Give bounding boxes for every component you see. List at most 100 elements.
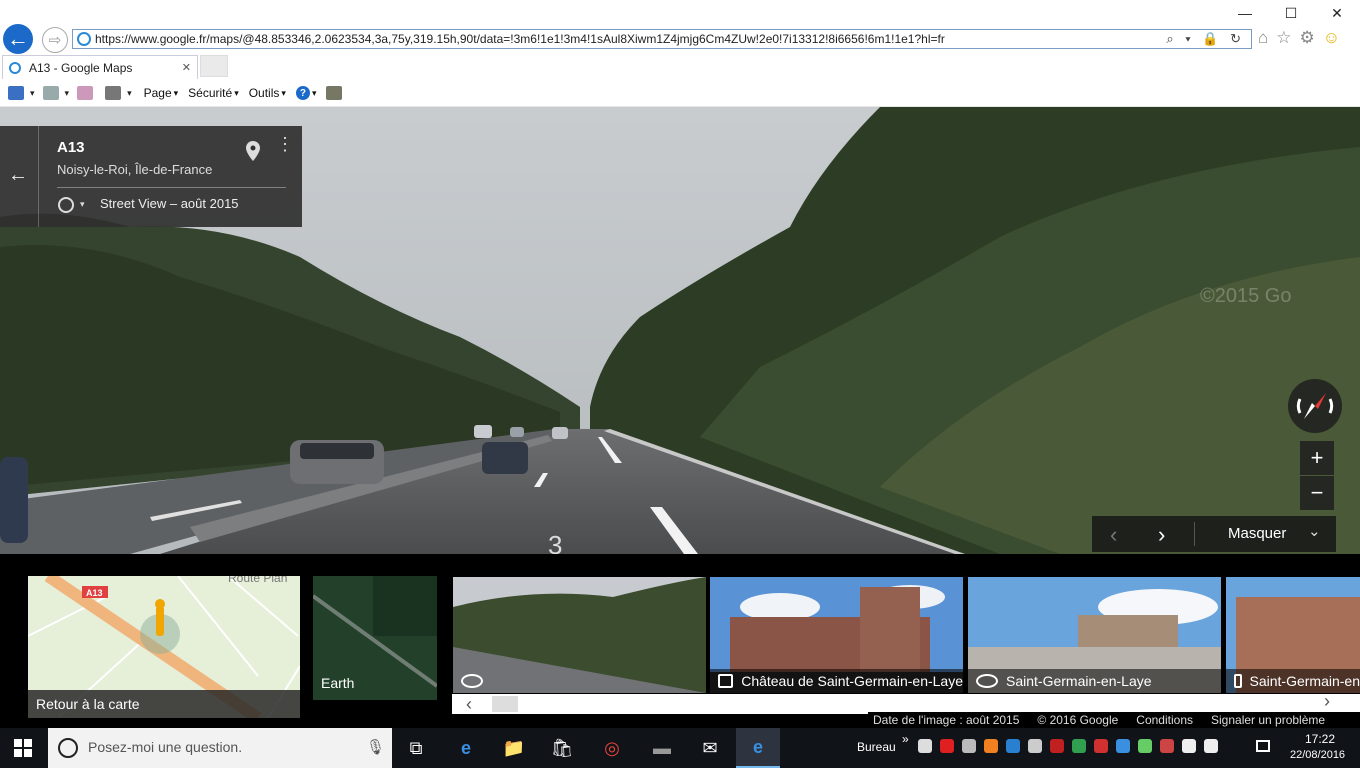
address-tools-icons[interactable]: ⌕ ▾ 🔒 ↻ — [1166, 31, 1245, 47]
hide-filmstrip-button[interactable]: Masquer — [1228, 525, 1286, 542]
scroll-left-icon[interactable]: ‹ — [466, 694, 472, 715]
map-pin-icon[interactable] — [246, 141, 260, 161]
url-text[interactable]: https://www.google.fr/maps/@48.853346,2.… — [95, 32, 945, 46]
notifications-icon[interactable] — [1256, 740, 1270, 752]
network-icon[interactable] — [1182, 739, 1196, 753]
filmstrip-divider — [1194, 522, 1195, 546]
earth-thumbnail[interactable]: Earth — [313, 576, 437, 700]
cloud-icon[interactable] — [918, 739, 932, 753]
home-menu-icon[interactable] — [8, 86, 24, 100]
tab-google-maps[interactable]: A13 - Google Maps ✕ — [2, 55, 198, 79]
copyright: © 2016 Google — [1037, 713, 1119, 727]
terms-link[interactable]: Conditions — [1136, 713, 1193, 727]
photo-thumbnail[interactable] — [453, 577, 706, 693]
feedback-smiley-icon[interactable]: ☺ — [1323, 28, 1340, 48]
feeds-icon[interactable] — [42, 86, 59, 100]
place-location: Noisy-le-Roi, Île-de-France — [57, 162, 213, 177]
tab-title: A13 - Google Maps — [29, 60, 133, 75]
photo-thumbnail[interactable]: Saint-Germain-en — [1226, 577, 1360, 693]
file-explorer-icon[interactable]: 📁 — [492, 728, 536, 768]
road-marking: 3 — [548, 530, 562, 554]
green-app-icon[interactable] — [1072, 739, 1086, 753]
scrollbar-thumb[interactable] — [492, 696, 518, 712]
clock-date[interactable]: 22/08/2016 — [1290, 749, 1345, 761]
scroll-right-icon[interactable]: › — [1324, 691, 1330, 712]
app-icon[interactable]: ▬ — [640, 728, 684, 768]
clock-time[interactable]: 17:22 — [1305, 732, 1335, 746]
store-icon[interactable]: 🛍 — [540, 728, 584, 768]
windows-taskbar: Posez-moi une question. 🎙 ⧉ e 📁 🛍 ◎ ▬ ✉ … — [0, 728, 1360, 768]
microphone-icon[interactable]: 🎙 — [366, 738, 385, 756]
new-tab-button[interactable] — [200, 55, 228, 77]
dropbox-icon[interactable] — [1116, 739, 1130, 753]
help-menu[interactable]: ? ▾ — [295, 86, 316, 100]
maximize-button[interactable]: ☐ — [1268, 0, 1314, 26]
cortana-search-box[interactable]: Posez-moi une question. 🎙 — [48, 728, 392, 768]
maps-footer: Date de l'image : août 2015 © 2016 Googl… — [868, 712, 1360, 728]
task-view-icon[interactable]: ⧉ — [394, 728, 438, 768]
filmstrip-prev-icon[interactable]: ‹ — [1110, 522, 1117, 548]
photo-label: Saint-Germain-en — [1226, 669, 1360, 693]
photo-label-text: Saint-Germain-en-Laye — [1006, 673, 1152, 689]
help-icon: ? — [295, 86, 310, 100]
report-problem-link[interactable]: Signaler un problème — [1211, 713, 1325, 727]
home-caret-icon[interactable]: ▾ — [30, 88, 35, 99]
window-controls: — ☐ ✕ — [1222, 0, 1360, 26]
windows-start-icon[interactable] — [14, 739, 32, 757]
page-menu[interactable]: Page ▾ — [144, 86, 179, 100]
mail-icon[interactable] — [77, 86, 94, 100]
tools-menu[interactable]: Outils ▾ — [249, 86, 286, 100]
zoom-in-button[interactable]: + — [1300, 441, 1334, 475]
search-placeholder[interactable]: Posez-moi une question. — [88, 739, 242, 755]
orange-app-icon[interactable] — [984, 739, 998, 753]
security-menu[interactable]: Sécurité ▾ — [188, 86, 239, 100]
back-button[interactable]: ← — [3, 24, 33, 54]
time-machine-caret-icon[interactable]: ▾ — [80, 199, 85, 210]
filmstrip-next-icon[interactable]: › — [1158, 522, 1165, 548]
feeds-caret-icon[interactable]: ▾ — [65, 88, 70, 99]
page-menu-label: Page — [143, 86, 172, 100]
volume-icon[interactable] — [1204, 739, 1218, 753]
favorites-star-icon[interactable]: ☆ — [1276, 28, 1291, 48]
blue-app-icon[interactable] — [1006, 739, 1020, 753]
return-to-map-label[interactable]: Retour à la carte — [28, 690, 300, 718]
tab-close-icon[interactable]: ✕ — [182, 61, 191, 74]
tools-app-icon[interactable] — [1160, 739, 1174, 753]
filmstrip-scrollbar[interactable]: ‹ › — [452, 691, 1360, 715]
desktop-toolbar-label[interactable]: Bureau — [857, 740, 896, 754]
red-app-icon[interactable] — [1094, 739, 1108, 753]
compass-control[interactable] — [1288, 379, 1342, 433]
panorama-watermark: ©2015 Go — [1200, 285, 1291, 307]
pdf-icon[interactable] — [1050, 739, 1064, 753]
home-icon[interactable]: ⌂ — [1258, 28, 1268, 48]
internet-explorer-icon[interactable]: e — [736, 728, 780, 768]
print-icon[interactable] — [105, 86, 122, 100]
time-machine-clock-icon[interactable] — [58, 197, 74, 213]
minimap-thumbnail[interactable]: A13 Route Plan Retour à la carte — [28, 576, 300, 718]
photo-thumbnail[interactable]: Château de Saint-Germain-en-Laye — [710, 577, 963, 693]
print-caret-icon[interactable]: ▾ — [127, 88, 132, 99]
research-icon[interactable] — [326, 86, 343, 100]
settings-gear-icon[interactable]: ⚙ — [1300, 28, 1315, 48]
spiral-app-icon[interactable] — [1138, 739, 1152, 753]
back-to-map-arrow-icon[interactable]: ← — [8, 164, 28, 187]
return-to-map-text: Retour à la carte — [36, 696, 140, 712]
compass-needle-icon — [1296, 393, 1334, 419]
photo-thumbnail[interactable]: Saint-Germain-en-Laye — [968, 577, 1221, 693]
more-options-icon[interactable]: ⋮ — [276, 135, 294, 153]
tray-overflow-icon[interactable]: » — [902, 732, 909, 746]
bluetooth-app-icon[interactable] — [1028, 739, 1042, 753]
collapse-chevron-icon[interactable]: ⌄ — [1308, 522, 1321, 540]
zoom-out-button[interactable]: − — [1300, 476, 1334, 510]
address-bar[interactable]: https://www.google.fr/maps/@48.853346,2.… — [72, 29, 1252, 49]
panorama-icon — [461, 674, 483, 688]
minimize-button[interactable]: — — [1222, 0, 1268, 26]
chrome-icon[interactable]: ◎ — [590, 728, 634, 768]
close-window-button[interactable]: ✕ — [1314, 0, 1360, 26]
nx-icon[interactable] — [962, 739, 976, 753]
mail-icon[interactable]: ✉ — [688, 728, 732, 768]
forward-button[interactable]: ⇨ — [42, 27, 68, 53]
sfr-icon[interactable] — [940, 739, 954, 753]
system-tray-icons — [918, 739, 1218, 753]
edge-icon[interactable]: e — [444, 728, 488, 768]
